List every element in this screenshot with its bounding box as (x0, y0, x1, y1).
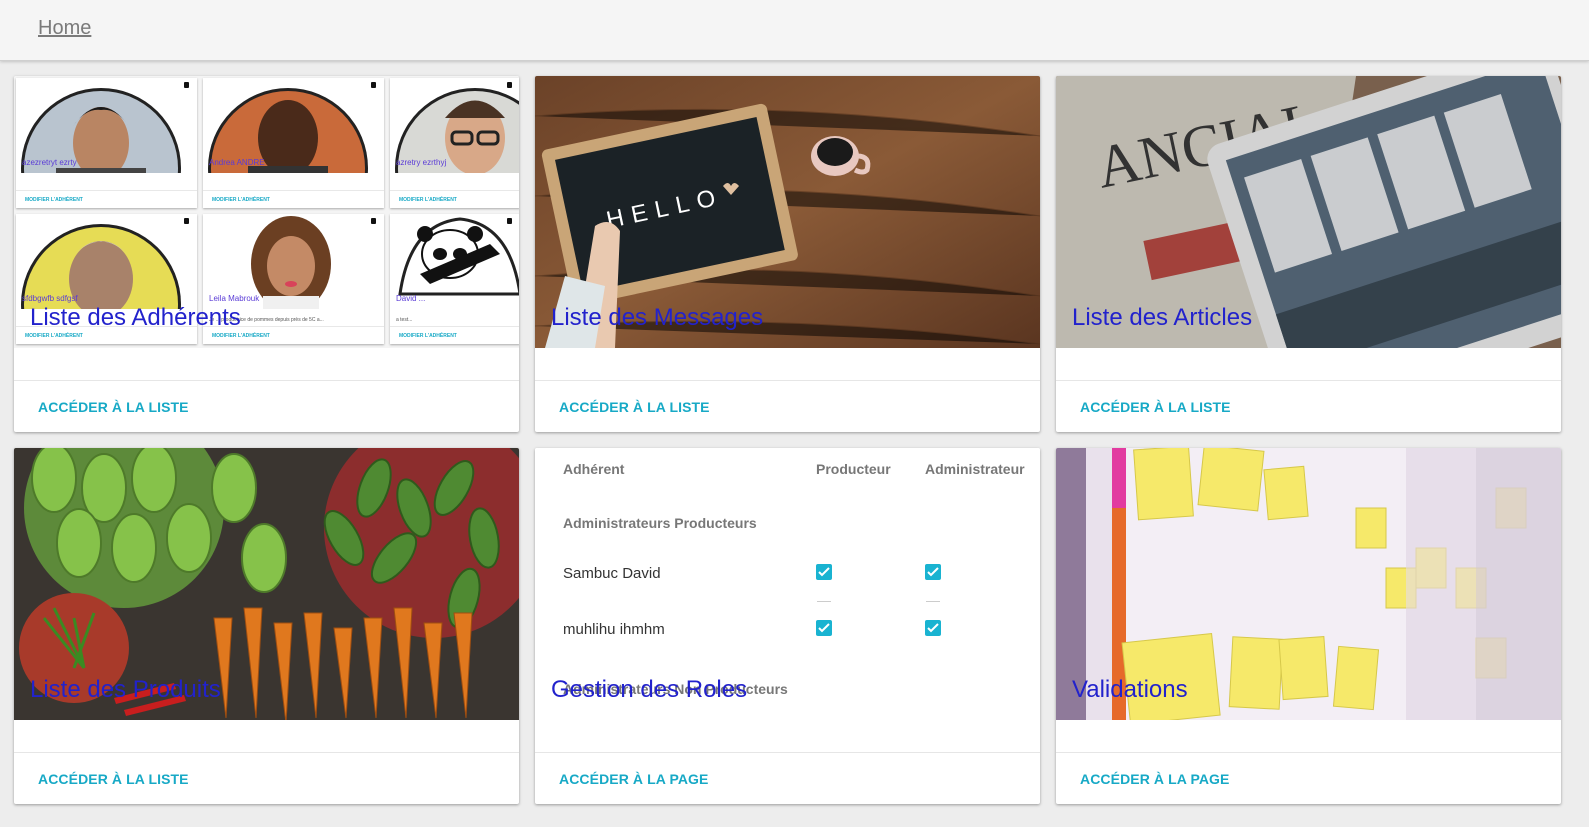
card-articles: ANCIAL Liste des Articles ACCÉDER À LA L… (1056, 76, 1561, 432)
card-title: Liste des Messages (551, 304, 764, 331)
divider (926, 601, 940, 602)
card-title: Liste des Adhérents (30, 304, 241, 331)
edit-member-button[interactable]: MODIFIER L'ADHÉRENT (212, 197, 270, 203)
member-name: Andrea ANDRE (209, 158, 265, 167)
card-title: Liste des Articles (1072, 304, 1253, 331)
member-name: David ... (396, 294, 426, 303)
delete-icon[interactable] (507, 82, 512, 88)
card-actions: ACCÉDER À LA LISTE (14, 752, 519, 804)
member-card: David ... a test... MODIFIER L'ADHÉRENT (390, 214, 519, 344)
edit-member-button[interactable]: MODIFIER L'ADHÉRENT (25, 197, 83, 203)
access-page-button[interactable]: ACCÉDER À LA PAGE (559, 771, 709, 787)
edit-member-button[interactable]: MODIFIER L'ADHÉRENT (25, 333, 83, 339)
role-row-name: Sambuc David (563, 565, 661, 582)
card-title: Liste des Produits (30, 676, 221, 703)
member-name: azezretryt ezrty (22, 158, 77, 167)
delete-icon[interactable] (371, 82, 376, 88)
header-producer: Producteur (816, 461, 891, 477)
card-actions: ACCÉDER À LA LISTE (1056, 380, 1561, 432)
access-page-button[interactable]: ACCÉDER À LA PAGE (1080, 771, 1230, 787)
access-list-button[interactable]: ACCÉDER À LA LISTE (1080, 399, 1231, 415)
card-title: Validations (1072, 676, 1188, 703)
card-validations: Validations ACCÉDER À LA PAGE (1056, 448, 1561, 804)
card-actions: ACCÉDER À LA PAGE (1056, 752, 1561, 804)
card-products: Liste des Produits ACCÉDER À LA LISTE (14, 448, 519, 804)
home-link[interactable]: Home (38, 17, 91, 40)
access-list-button[interactable]: ACCÉDER À LA LISTE (559, 399, 710, 415)
card-actions: ACCÉDER À LA LISTE (535, 380, 1040, 432)
card-roles: Adhérent Producteur Administrateur Admin… (535, 448, 1040, 804)
card-title: Gestion des Roles (551, 676, 748, 703)
divider (16, 190, 197, 191)
divider (390, 326, 519, 327)
access-list-button[interactable]: ACCÉDER À LA LISTE (38, 771, 189, 787)
card-actions: ACCÉDER À LA PAGE (535, 752, 1040, 804)
delete-icon[interactable] (371, 218, 376, 224)
section-admin-producers: Administrateurs Producteurs (563, 515, 757, 531)
card-members: azezretryt ezrty MODIFIER L'ADHÉRENT And… (14, 76, 519, 432)
card-actions: ACCÉDER À LA LISTE (14, 380, 519, 432)
header-admin: Administrateur (925, 461, 1025, 477)
divider (817, 601, 831, 602)
member-name: sfdbgwfb sdfgsf (22, 294, 78, 303)
producer-checkbox[interactable] (816, 564, 832, 580)
delete-icon[interactable] (184, 218, 189, 224)
delete-icon[interactable] (507, 218, 512, 224)
admin-checkbox[interactable] (925, 620, 941, 636)
producer-checkbox[interactable] (816, 620, 832, 636)
admin-checkbox[interactable] (925, 564, 941, 580)
member-name: azretry ezrthyj (396, 158, 447, 167)
member-card: azezretryt ezrty MODIFIER L'ADHÉRENT (16, 78, 197, 208)
access-list-button[interactable]: ACCÉDER À LA LISTE (38, 399, 189, 415)
edit-member-button[interactable]: MODIFIER L'ADHÉRENT (399, 333, 457, 339)
member-card: azretry ezrthyj MODIFIER L'ADHÉRENT (390, 78, 519, 208)
app-toolbar: Home (0, 0, 1589, 61)
divider (390, 190, 519, 191)
edit-member-button[interactable]: MODIFIER L'ADHÉRENT (212, 333, 270, 339)
member-card: Andrea ANDRE MODIFIER L'ADHÉRENT (203, 78, 384, 208)
card-messages: HELLO Liste des Messages ACCÉDER À LA LI… (535, 76, 1040, 432)
header-member: Adhérent (563, 461, 625, 477)
divider (203, 190, 384, 191)
member-description: a test... (396, 317, 413, 323)
role-row-name: muhlihu ihmhm (563, 621, 665, 638)
delete-icon[interactable] (184, 82, 189, 88)
member-name: Leila Mabrouk (209, 294, 260, 303)
edit-member-button[interactable]: MODIFIER L'ADHÉRENT (399, 197, 457, 203)
